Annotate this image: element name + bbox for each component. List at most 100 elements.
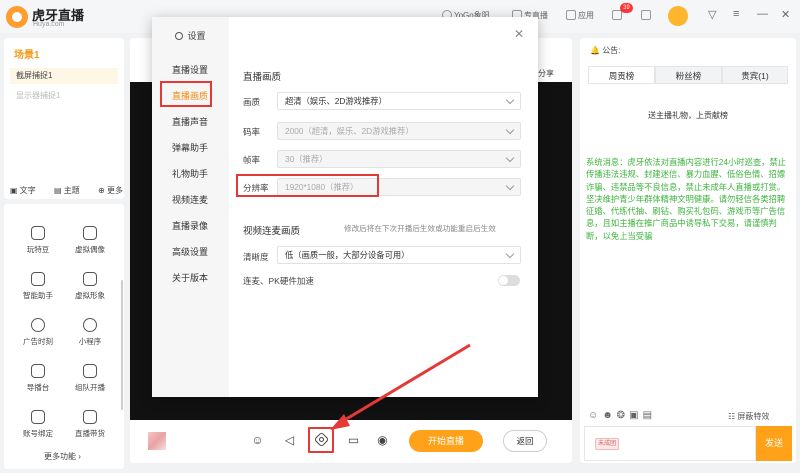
speaker-icon[interactable]: ◁ xyxy=(283,434,296,447)
notice-label: 🔔 公告: xyxy=(590,46,621,55)
user-avatar[interactable] xyxy=(668,6,688,26)
close-icon[interactable]: ✕ xyxy=(514,27,524,41)
face-icon[interactable]: ❂ xyxy=(617,410,625,421)
gift-icon[interactable]: ▣ xyxy=(629,410,638,421)
function-item[interactable]: 账号绑定 xyxy=(12,410,64,439)
menu-icon[interactable]: ≡ xyxy=(733,8,739,20)
source-item[interactable]: 显示器捕捉1 xyxy=(10,88,118,104)
quality-select[interactable]: 超清（娱乐、2D游戏推荐） xyxy=(277,92,521,110)
quality-label: 画质 xyxy=(243,97,261,107)
ad-clock-icon xyxy=(31,318,45,332)
huya-logo: 虎牙直播 Huya.com xyxy=(6,4,114,30)
camera-icon[interactable]: ▭ xyxy=(347,434,360,447)
bitrate-select[interactable]: 2000（超清，娱乐、2D游戏推荐） xyxy=(277,122,521,140)
function-item[interactable]: 虚拟偶像 xyxy=(64,226,116,255)
clarity-label: 清晰度 xyxy=(243,252,269,262)
settings-dialog: 设置 直播设置 直播画质 直播声音 弹幕助手 礼物助手 视频连麦 直播录像 高级… xyxy=(152,17,538,397)
emoji-icon[interactable]: ☺ xyxy=(588,410,598,421)
tab-fan-rank[interactable]: 粉丝榜 xyxy=(655,66,722,84)
fan-level-badge: 未成团 xyxy=(595,438,619,450)
function-item[interactable]: 虚拟形象 xyxy=(64,272,116,301)
nav-gift-assistant[interactable]: 礼物助手 xyxy=(172,167,208,180)
director-icon xyxy=(31,364,45,378)
function-item[interactable]: 广告时刻 xyxy=(12,318,64,347)
send-button[interactable]: 发送 xyxy=(756,426,792,461)
resolution-highlight-box xyxy=(236,174,379,197)
text-tool-button[interactable]: ▣ 文字 xyxy=(10,186,44,195)
avatar-icon xyxy=(83,272,97,286)
image-icon[interactable]: ▤ xyxy=(643,410,652,421)
eye-icon[interactable]: ◉ xyxy=(376,434,389,447)
link-icon xyxy=(31,410,45,424)
skin-button[interactable]: ▽ xyxy=(708,8,716,21)
nav-highlight-box xyxy=(160,81,212,107)
tab-weekly-rank[interactable]: 周贡榜 xyxy=(588,66,655,84)
minimize-icon[interactable]: — xyxy=(757,8,768,20)
live-control-bar: ☺ ◁ ▭ ◉ 开始直播 返回 xyxy=(130,420,572,463)
gear-icon xyxy=(313,431,330,448)
beauty-icon[interactable]: ☺ xyxy=(251,434,264,447)
team-icon xyxy=(83,364,97,378)
rank-tabs: 周贡榜 粉丝榜 贵宾(1) xyxy=(588,66,788,84)
calendar-button[interactable] xyxy=(641,10,653,20)
streamer-thumbnail xyxy=(148,432,166,450)
settings-title: 设置 xyxy=(152,29,229,42)
nav-live-recording[interactable]: 直播录像 xyxy=(172,219,208,232)
function-panel: 玩特豆 虚拟偶像 智能助手 虚拟形象 广告时刻 小程序 导播台 组队开播 账号绑… xyxy=(4,204,124,469)
huya-logo-icon xyxy=(6,6,28,28)
chevron-down-icon xyxy=(505,249,515,259)
tab-vip[interactable]: 贵宾(1) xyxy=(722,66,788,84)
sticker-icon[interactable]: ☻ xyxy=(602,410,613,421)
settings-nav: 设置 直播设置 直播画质 直播声音 弹幕助手 礼物助手 视频连麦 直播录像 高级… xyxy=(152,17,229,397)
start-live-button[interactable]: 开始直播 xyxy=(409,430,483,452)
link-quality-section-title: 视频连麦画质 xyxy=(243,226,301,237)
function-scrollbar[interactable] xyxy=(121,280,123,410)
function-item[interactable]: 玩特豆 xyxy=(12,226,64,255)
theme-tool-button[interactable]: ▤ 主题 xyxy=(54,186,88,195)
function-item[interactable]: 小程序 xyxy=(64,318,116,347)
apps-button[interactable]: 应用 xyxy=(566,10,594,21)
settings-button[interactable] xyxy=(308,427,334,453)
shop-icon xyxy=(83,410,97,424)
cat-icon xyxy=(83,226,97,240)
function-item[interactable]: 直播带货 xyxy=(64,410,116,439)
clarity-select[interactable]: 低（画质一般，大部分设备可用） xyxy=(277,246,521,264)
mini-program-icon xyxy=(83,318,97,332)
bean-icon xyxy=(31,226,45,240)
chat-input[interactable]: 未成团 xyxy=(584,426,756,461)
hw-accel-toggle[interactable] xyxy=(498,275,520,286)
function-item[interactable]: 导播台 xyxy=(12,364,64,393)
function-item[interactable]: 组队开播 xyxy=(64,364,116,393)
chat-toolbar: ☺ ☻ ❂ ▣ ▤ xyxy=(588,410,656,421)
nav-about-version[interactable]: 关于版本 xyxy=(172,271,208,284)
close-window-icon[interactable]: ✕ xyxy=(781,8,790,21)
quality-section-title: 直播画质 xyxy=(243,72,282,83)
calendar-icon xyxy=(641,10,651,20)
more-functions-button[interactable]: 更多功能 › xyxy=(44,451,81,462)
shield-effects-toggle[interactable]: ☷ 屏蔽特效 xyxy=(728,411,769,422)
more-tool-button[interactable]: ⊕ 更多 xyxy=(98,186,131,195)
source-toolbar: ▣ 文字 ▤ 主题 ⊕ 更多 xyxy=(10,185,139,196)
notification-count-badge: 39 xyxy=(620,3,633,13)
chat-panel: 🔔 公告: 周贡榜 粉丝榜 贵宾(1) 送主播礼物，上贡献榜 系统消息：虎牙依法… xyxy=(580,38,796,463)
share-button[interactable]: 分享 xyxy=(538,68,554,79)
logo-subtext: Huya.com xyxy=(33,21,65,28)
framerate-select[interactable]: 30（推荐） xyxy=(277,150,521,168)
nav-advanced-settings[interactable]: 高级设置 xyxy=(172,245,208,258)
function-item[interactable]: 智能助手 xyxy=(12,272,64,301)
chevron-down-icon xyxy=(505,181,515,191)
chevron-down-icon xyxy=(505,153,515,163)
bitrate-label: 码率 xyxy=(243,127,261,137)
nav-danmaku-assistant[interactable]: 弹幕助手 xyxy=(172,141,208,154)
robot-icon xyxy=(31,272,45,286)
settings-gear-icon xyxy=(175,32,184,40)
back-button[interactable]: 返回 xyxy=(503,430,547,452)
chevron-down-icon xyxy=(505,95,515,105)
scene-title[interactable]: 场景1 xyxy=(14,46,40,61)
nav-live-settings[interactable]: 直播设置 xyxy=(172,63,208,76)
source-item[interactable]: 截屏捕捉1 xyxy=(10,68,118,84)
nav-video-link[interactable]: 视频连麦 xyxy=(172,193,208,206)
nav-live-audio[interactable]: 直播声音 xyxy=(172,115,208,128)
grid-icon xyxy=(566,10,576,20)
link-quality-hint: 修改后将在下次开播后生效或功能重启后生效 xyxy=(344,224,496,233)
